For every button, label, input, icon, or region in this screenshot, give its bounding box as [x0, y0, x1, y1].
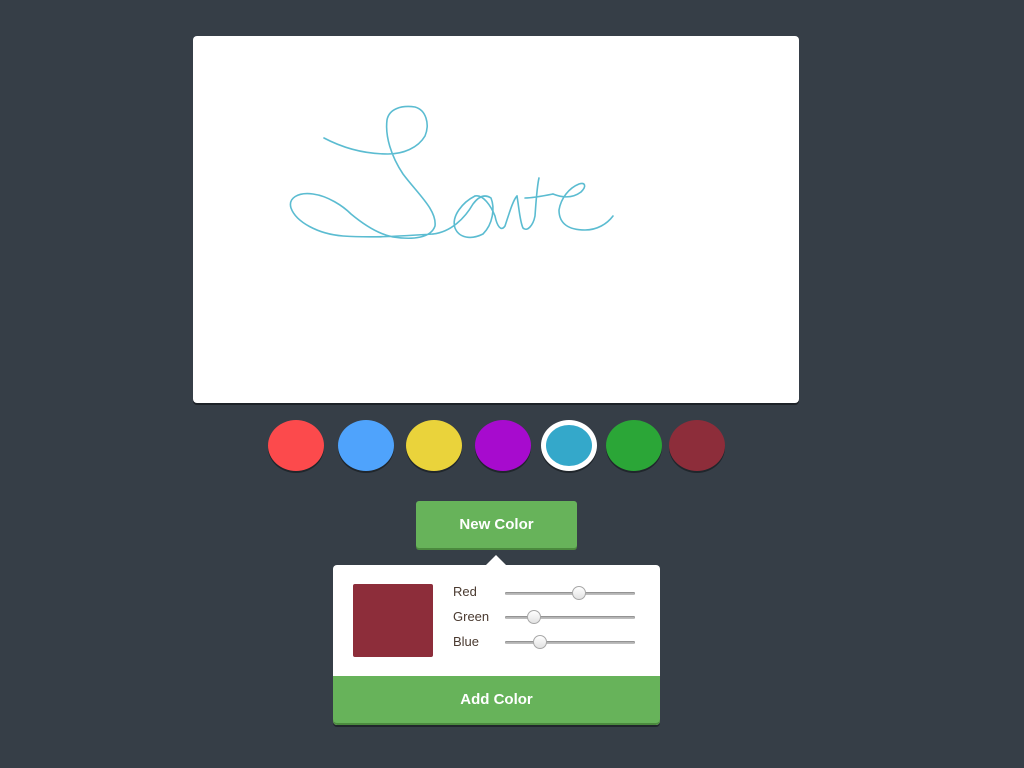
- blue-slider-label: Blue: [453, 634, 480, 649]
- drawing-app: New Color Red Green Blue Add Color: [0, 0, 1024, 768]
- color-swatch[interactable]: [606, 420, 662, 471]
- green-slider-label: Green: [453, 609, 490, 624]
- color-swatch[interactable]: [475, 420, 531, 471]
- blue-slider[interactable]: [505, 635, 635, 649]
- color-swatch[interactable]: [268, 420, 324, 471]
- color-picker-popover: Red Green Blue Add Color: [333, 565, 660, 725]
- add-color-button[interactable]: Add Color: [333, 676, 660, 723]
- red-slider-label: Red: [453, 584, 477, 599]
- color-swatch[interactable]: [669, 420, 725, 471]
- handwriting-stroke-t: [516, 177, 554, 231]
- color-preview: [353, 584, 433, 657]
- color-palette: [268, 420, 728, 474]
- handwriting-stroke-v: [474, 195, 518, 230]
- handwriting-stroke-l: [289, 105, 436, 240]
- drawing-canvas[interactable]: [193, 36, 799, 403]
- color-swatch[interactable]: [541, 420, 597, 471]
- drawing-stroke-layer: [289, 105, 614, 240]
- handwriting-stroke-o: [432, 195, 494, 239]
- blue-slider-thumb[interactable]: [533, 635, 548, 649]
- color-swatch[interactable]: [338, 420, 394, 471]
- handwriting-stroke-e: [552, 182, 614, 231]
- green-slider-thumb[interactable]: [526, 610, 541, 624]
- red-slider-thumb[interactable]: [572, 586, 587, 600]
- new-color-button[interactable]: New Color: [416, 501, 577, 548]
- green-slider[interactable]: [505, 610, 635, 624]
- red-slider[interactable]: [505, 586, 635, 600]
- color-swatch[interactable]: [406, 420, 462, 471]
